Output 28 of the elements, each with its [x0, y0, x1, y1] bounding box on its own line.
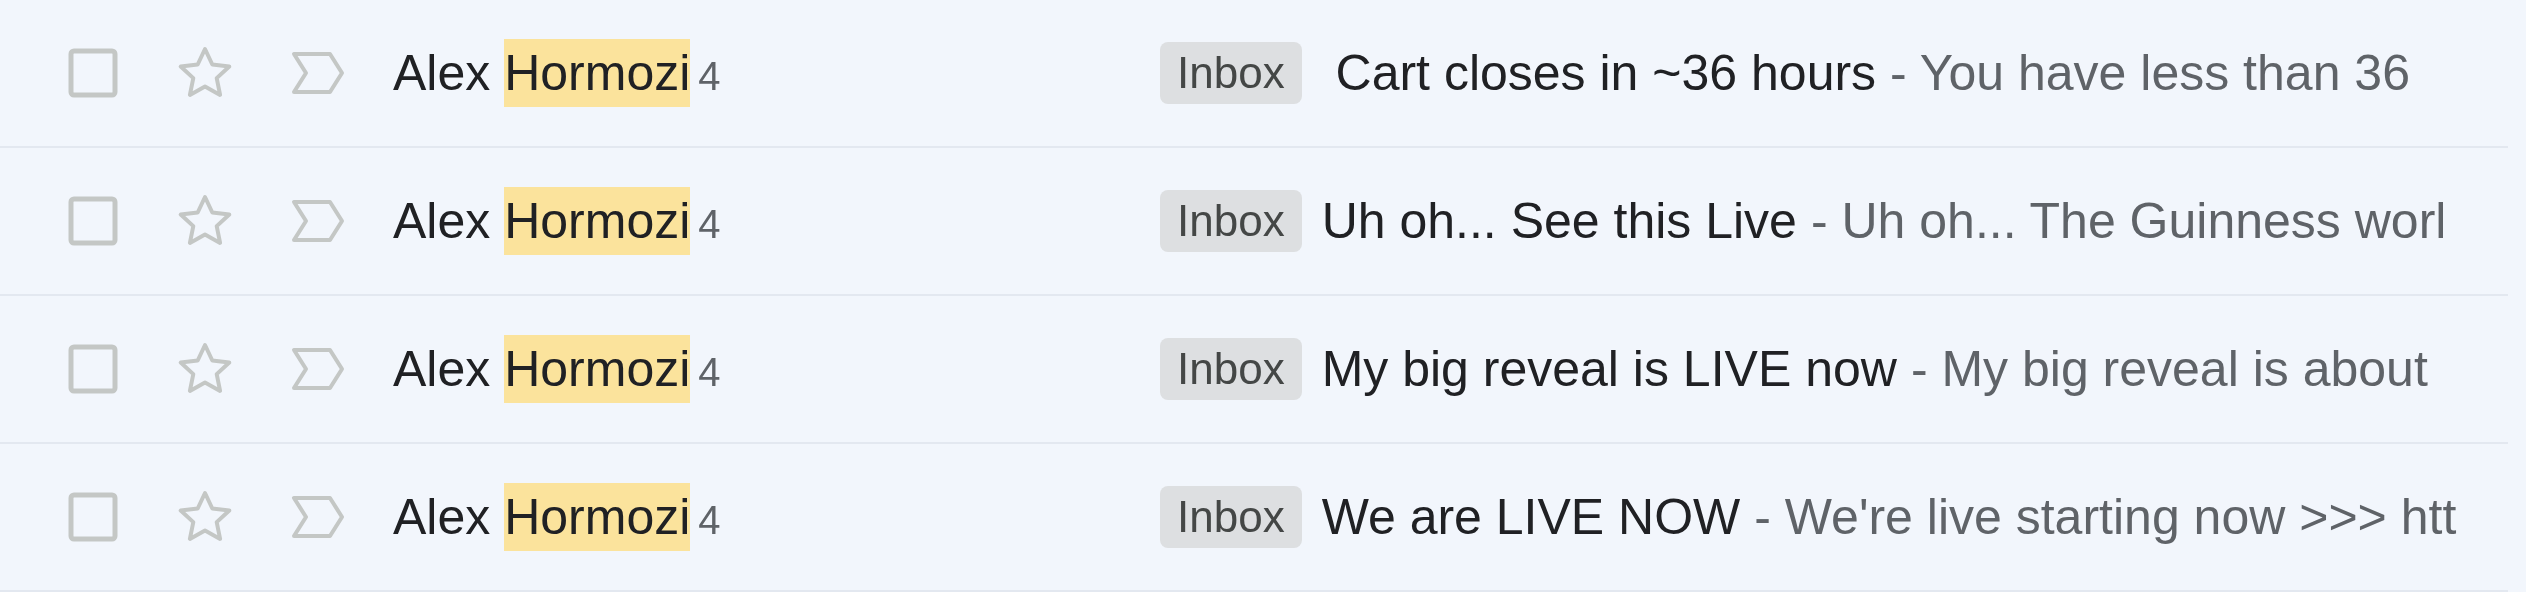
checkbox[interactable]: [68, 196, 118, 246]
sender-name: Alex Hormozi: [393, 483, 691, 551]
label-chip[interactable]: Inbox: [1160, 42, 1302, 104]
checkbox[interactable]: [68, 344, 118, 394]
thread-count: 4: [698, 54, 721, 98]
snippet: - My big reveal is about: [1910, 340, 2428, 398]
snippet: - We're live starting now >>> htt: [1754, 488, 2457, 546]
important-marker-icon[interactable]: [290, 199, 346, 243]
label-chip[interactable]: Inbox: [1160, 338, 1302, 400]
checkbox[interactable]: [68, 492, 118, 542]
subject: Cart closes in ~36 hours: [1334, 44, 1877, 102]
label-chip[interactable]: Inbox: [1160, 190, 1302, 252]
important-marker-icon[interactable]: [290, 51, 346, 95]
label-chip[interactable]: Inbox: [1160, 486, 1302, 548]
snippet: - You have less than 36: [1890, 44, 2410, 102]
important-marker-icon[interactable]: [290, 495, 346, 539]
thread-count: 4: [698, 498, 721, 542]
sender-name: Alex Hormozi: [393, 187, 691, 255]
thread-count: 4: [698, 202, 721, 246]
subject: Uh oh... See this Live: [1321, 192, 1797, 250]
subject: My big reveal is LIVE now: [1321, 340, 1897, 398]
checkbox[interactable]: [68, 48, 118, 98]
subject: We are LIVE NOW: [1321, 488, 1741, 546]
thread-count: 4: [698, 350, 721, 394]
important-marker-icon[interactable]: [290, 347, 346, 391]
snippet: - Uh oh... The Guinness worl: [1810, 192, 2447, 250]
sender-name: Alex Hormozi: [393, 335, 691, 403]
sender-name: Alex Hormozi: [393, 39, 691, 107]
